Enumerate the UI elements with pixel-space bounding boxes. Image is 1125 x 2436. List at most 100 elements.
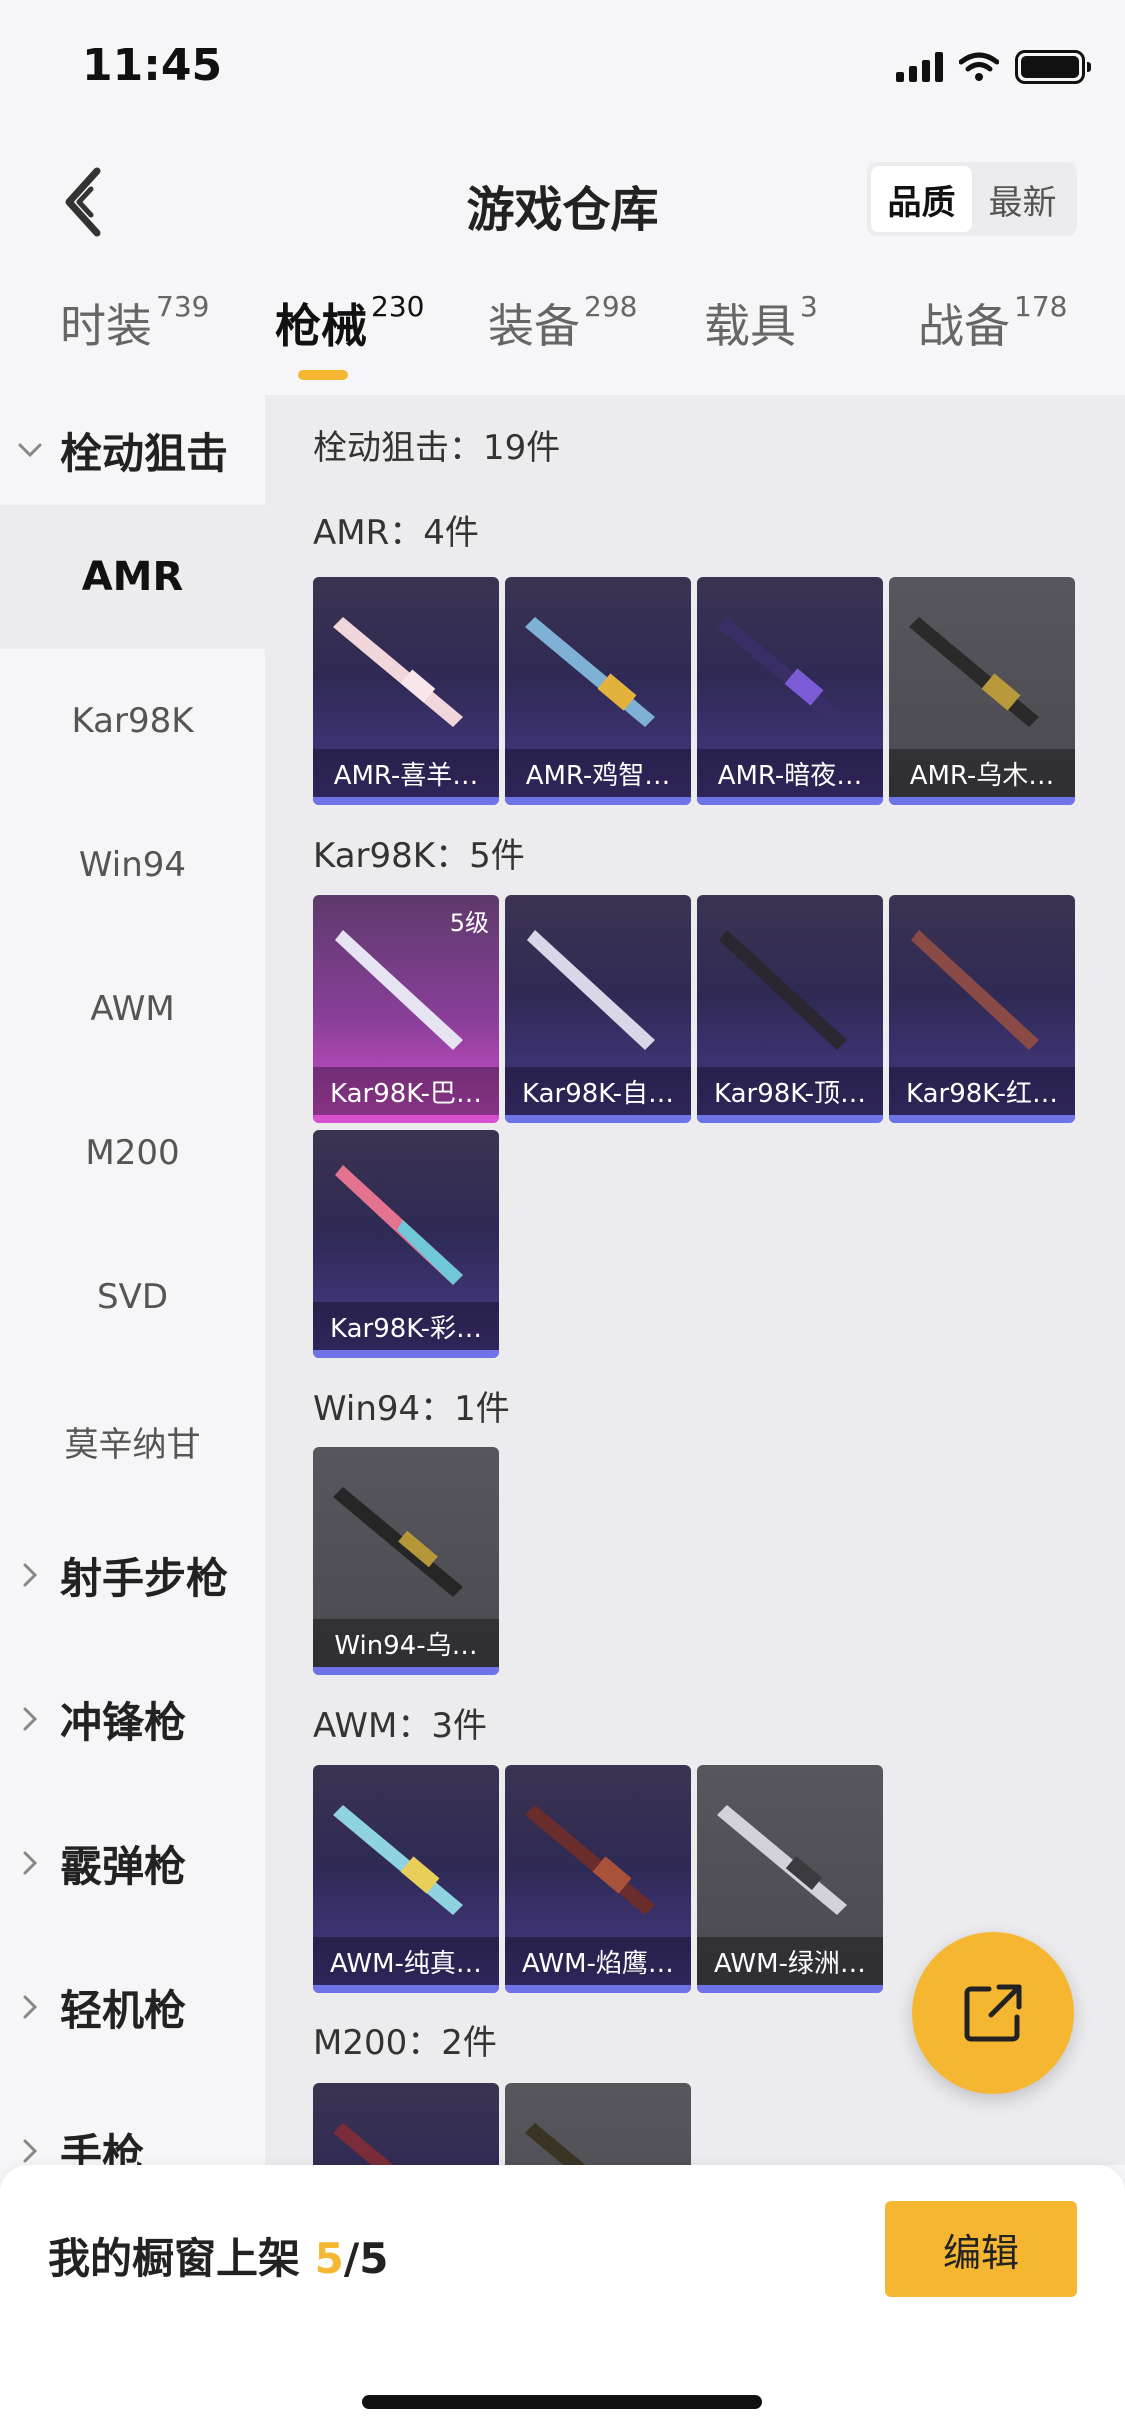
sidebar-item-win94[interactable]: Win94 bbox=[0, 793, 265, 937]
item-card[interactable] bbox=[313, 2083, 499, 2165]
rarity-bar bbox=[313, 1115, 499, 1123]
tab-fashion[interactable]: 时装 739 bbox=[60, 290, 209, 356]
sidebar: 栓动狙击 AMR Kar98K Win94 AWM M200 SVD 莫辛纳甘 … bbox=[0, 395, 265, 2165]
rifle-icon bbox=[909, 617, 1039, 727]
rifle-icon bbox=[911, 930, 1039, 1050]
item-name: AWM-绿洲… bbox=[697, 1937, 883, 1985]
item-card[interactable]: 5级 Kar98K-巴… bbox=[313, 895, 499, 1123]
sort-option-newest[interactable]: 最新 bbox=[972, 166, 1073, 232]
rarity-bar bbox=[313, 797, 499, 805]
status-bar: 11:45 bbox=[0, 0, 1125, 130]
category-total: 栓动狙击：19件 bbox=[313, 428, 561, 468]
sidebar-group-smg[interactable]: 冲锋枪 bbox=[0, 1664, 265, 1774]
rifle-icon bbox=[525, 2123, 586, 2165]
rifle-icon bbox=[717, 1805, 847, 1915]
item-card[interactable]: AWM-纯真… bbox=[313, 1765, 499, 1993]
rifle-icon bbox=[333, 617, 463, 727]
rifle-icon bbox=[335, 930, 463, 1050]
tab-firearms[interactable]: 枪械 230 bbox=[275, 290, 424, 356]
item-card[interactable]: Kar98K-彩… bbox=[313, 1130, 499, 1358]
share-button[interactable] bbox=[912, 1932, 1074, 2094]
item-card[interactable]: Win94-乌… bbox=[313, 1447, 499, 1675]
rarity-bar bbox=[313, 1667, 499, 1675]
sidebar-group-label: 冲锋枪 bbox=[60, 1697, 187, 1747]
rifle-icon bbox=[719, 930, 847, 1050]
sidebar-group-pistol[interactable]: 手枪 bbox=[0, 2096, 265, 2165]
rarity-bar bbox=[505, 797, 691, 805]
item-card[interactable]: AWM-绿洲… bbox=[697, 1765, 883, 1993]
item-name: Kar98K-顶… bbox=[697, 1067, 883, 1115]
tab-supplies[interactable]: 战备 178 bbox=[918, 290, 1067, 356]
sidebar-group-lmg[interactable]: 轻机枪 bbox=[0, 1952, 265, 2062]
section-title-awm: AWM：3件 bbox=[313, 1706, 487, 1746]
item-card[interactable]: AMR-喜羊… bbox=[313, 577, 499, 805]
sidebar-item-svd[interactable]: SVD bbox=[0, 1225, 265, 1369]
tab-label: 时装 bbox=[60, 299, 152, 353]
showcase-label: 我的橱窗上架 bbox=[48, 2234, 301, 2283]
item-name: Kar98K-红… bbox=[889, 1067, 1075, 1115]
rifle-icon bbox=[333, 1487, 463, 1597]
item-name: AWM-纯真… bbox=[313, 1937, 499, 1985]
rifle-icon bbox=[717, 617, 847, 727]
item-card[interactable]: AMR-暗夜… bbox=[697, 577, 883, 805]
category-tabs: 时装 739 枪械 230 装备 298 载具 3 战备 178 bbox=[0, 290, 1125, 390]
share-icon bbox=[964, 1984, 1022, 2042]
home-indicator[interactable] bbox=[362, 2395, 762, 2409]
rifle-icon bbox=[335, 1165, 463, 1285]
section-title-m200: M200：2件 bbox=[313, 2023, 497, 2063]
item-card[interactable]: Kar98K-红… bbox=[889, 895, 1075, 1123]
header: 游戏仓库 品质 最新 bbox=[0, 150, 1125, 260]
item-card[interactable] bbox=[505, 2083, 691, 2165]
item-name: Kar98K-自… bbox=[505, 1067, 691, 1115]
sidebar-group-bolt-action[interactable]: 栓动狙击 bbox=[0, 395, 265, 505]
cellular-signal-icon bbox=[896, 52, 943, 82]
item-name: AMR-暗夜… bbox=[697, 749, 883, 797]
sidebar-group-label: 射手步枪 bbox=[60, 1553, 229, 1603]
item-name: Kar98K-巴… bbox=[313, 1067, 499, 1115]
chevron-right-icon bbox=[0, 1994, 60, 2020]
section-title-win94: Win94：1件 bbox=[313, 1389, 510, 1429]
item-name: Kar98K-彩… bbox=[313, 1302, 499, 1350]
section-title-amr: AMR：4件 bbox=[313, 513, 479, 553]
tab-count: 739 bbox=[156, 290, 210, 323]
item-card[interactable]: Kar98K-自… bbox=[505, 895, 691, 1123]
sidebar-item-amr[interactable]: AMR bbox=[0, 505, 265, 649]
sort-option-quality[interactable]: 品质 bbox=[871, 166, 972, 232]
edit-button[interactable]: 编辑 bbox=[885, 2201, 1077, 2297]
sort-toggle: 品质 最新 bbox=[867, 162, 1077, 236]
sidebar-item-awm[interactable]: AWM bbox=[0, 937, 265, 1081]
item-name: Win94-乌… bbox=[313, 1619, 499, 1667]
battery-icon bbox=[1015, 50, 1091, 84]
chevron-right-icon bbox=[0, 1562, 60, 1588]
rarity-bar bbox=[505, 1115, 691, 1123]
tab-label: 战备 bbox=[918, 299, 1010, 353]
tab-vehicles[interactable]: 载具 3 bbox=[704, 290, 818, 356]
item-card[interactable]: AMR-鸡智… bbox=[505, 577, 691, 805]
active-tab-indicator bbox=[298, 370, 348, 380]
tab-equipment[interactable]: 装备 298 bbox=[488, 290, 637, 356]
rarity-bar bbox=[889, 797, 1075, 805]
sidebar-item-mosin[interactable]: 莫辛纳甘 bbox=[0, 1369, 265, 1513]
chevron-right-icon bbox=[0, 1706, 60, 1732]
rifle-icon bbox=[333, 2123, 394, 2165]
sidebar-group-marksman[interactable]: 射手步枪 bbox=[0, 1520, 265, 1630]
sidebar-group-label: 轻机枪 bbox=[60, 1985, 187, 2035]
item-card[interactable]: AMR-乌木… bbox=[889, 577, 1075, 805]
item-card[interactable]: Kar98K-顶… bbox=[697, 895, 883, 1123]
item-card[interactable]: AWM-焰鹰… bbox=[505, 1765, 691, 1993]
item-name: AMR-鸡智… bbox=[505, 749, 691, 797]
sidebar-group-label: 霰弹枪 bbox=[60, 1841, 187, 1891]
inventory-grid: 栓动狙击：19件 AMR：4件 AMR-喜羊… AMR-鸡智… AMR-暗夜… … bbox=[265, 395, 1125, 2165]
rifle-icon bbox=[525, 617, 655, 727]
tab-label: 载具 bbox=[704, 299, 796, 353]
item-name: AWM-焰鹰… bbox=[505, 1937, 691, 1985]
sidebar-group-label: 手枪 bbox=[60, 2129, 145, 2166]
rarity-bar bbox=[697, 797, 883, 805]
rifle-icon bbox=[525, 1805, 655, 1915]
sidebar-item-m200[interactable]: M200 bbox=[0, 1081, 265, 1225]
tab-count: 230 bbox=[371, 290, 425, 323]
rarity-bar bbox=[697, 1985, 883, 1993]
item-name: AMR-乌木… bbox=[889, 749, 1075, 797]
sidebar-item-kar98k[interactable]: Kar98K bbox=[0, 649, 265, 793]
sidebar-group-shotgun[interactable]: 霰弹枪 bbox=[0, 1808, 265, 1918]
